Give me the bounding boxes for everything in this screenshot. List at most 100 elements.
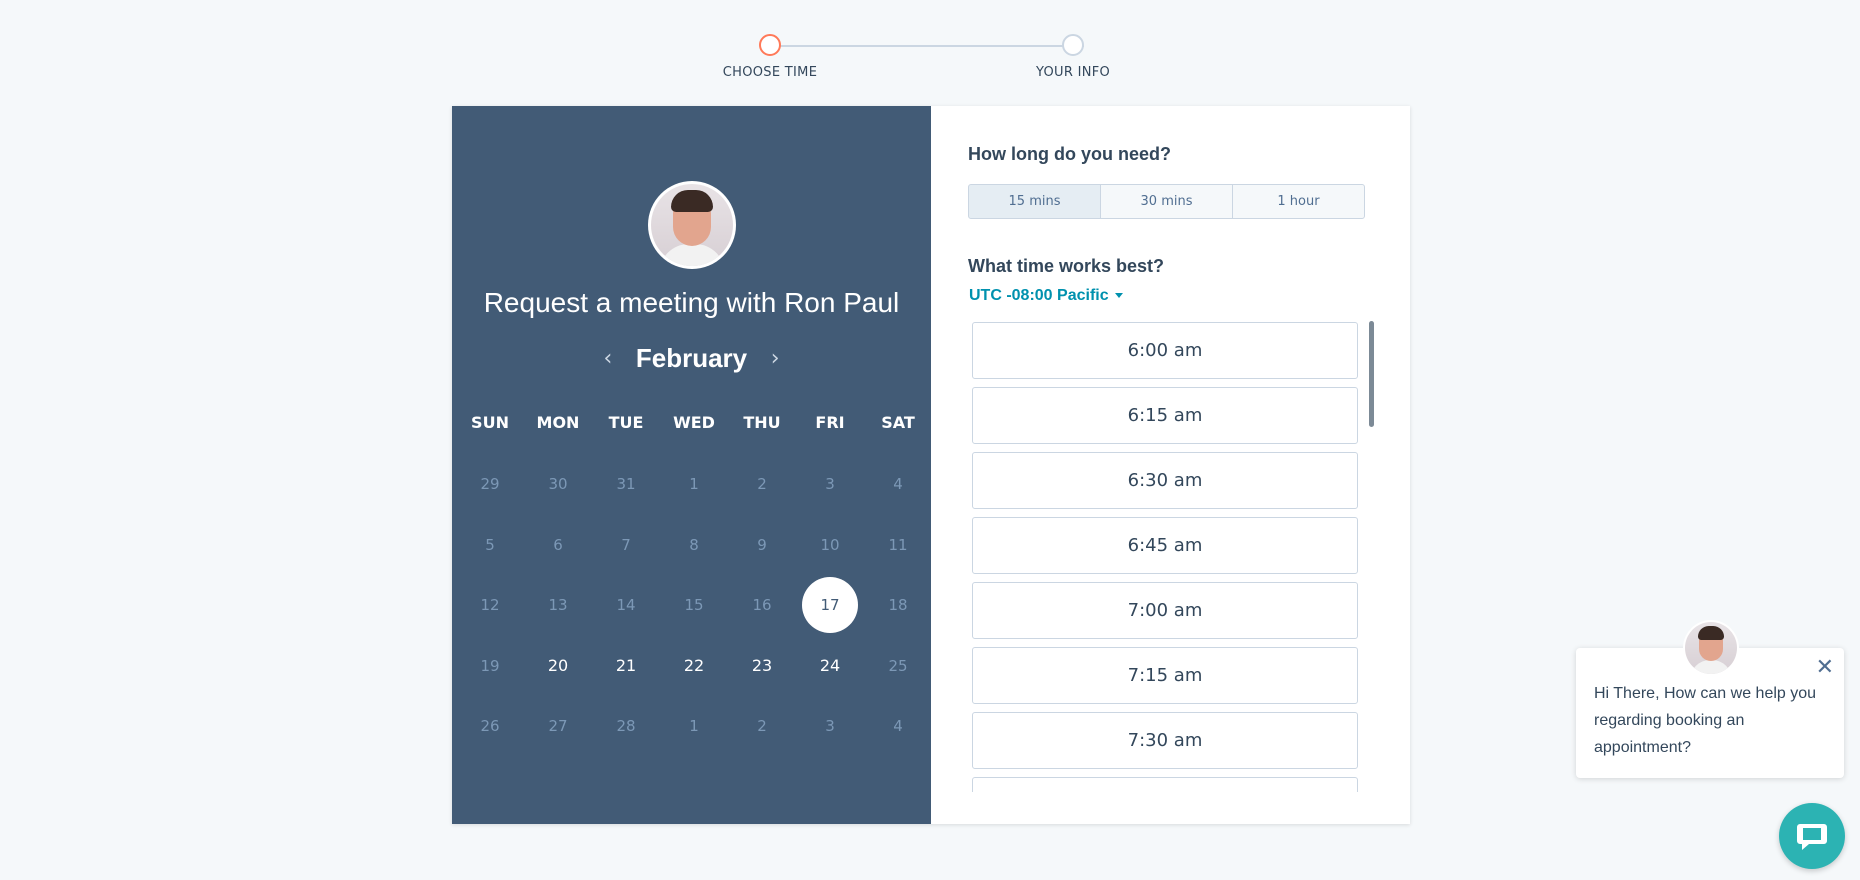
step-your-info: YOUR INFO [1003, 32, 1143, 80]
duration-selector: 15 mins 30 mins 1 hour [968, 184, 1365, 219]
calendar-day-disabled: 14 [592, 575, 660, 636]
calendar-week: 5 6 7 8 9 10 11 [456, 515, 933, 576]
timezone-dropdown[interactable]: UTC -08:00 Pacific [969, 287, 1123, 305]
day-number: 15 [684, 596, 704, 615]
day-number: 14 [616, 596, 636, 615]
calendar-day[interactable]: 22 [660, 636, 728, 697]
day-number: 18 [888, 596, 908, 615]
calendar-day[interactable]: 23 [728, 636, 796, 697]
calendar-day-disabled: 13 [524, 575, 592, 636]
close-icon[interactable]: ✕ [1816, 657, 1834, 679]
day-number: 4 [893, 475, 903, 494]
calendar-day-disabled: 3 [796, 696, 864, 757]
day-number: 9 [757, 535, 767, 554]
weekday-label: THU [743, 413, 781, 432]
calendar-week: 26 27 28 1 2 3 4 [456, 696, 933, 757]
time-slot-button[interactable]: 7:45 am [972, 777, 1358, 792]
chevron-left-icon[interactable]: ‹ [598, 346, 618, 371]
weekday-label: MON [536, 413, 580, 432]
day-number: 26 [480, 717, 500, 736]
chat-bubble-icon [1797, 824, 1827, 850]
day-number: 1 [689, 717, 699, 736]
avatar-photo [1685, 622, 1737, 674]
day-number: 22 [683, 656, 705, 676]
day-number: 25 [888, 656, 908, 675]
calendar-day-disabled: 4 [864, 696, 932, 757]
chat-launcher-button[interactable] [1779, 803, 1845, 869]
calendar-day-disabled: 28 [592, 696, 660, 757]
time-slot-button[interactable]: 7:00 am [972, 582, 1358, 639]
chat-message: Hi There, How can we help you regarding … [1594, 685, 1817, 756]
calendar-day-disabled: 5 [456, 515, 524, 576]
calendar-day-disabled: 12 [456, 575, 524, 636]
step-dot [759, 34, 781, 56]
step-label: YOUR INFO [1035, 65, 1111, 80]
meeting-title: Request a meeting with Ron Paul [483, 287, 900, 318]
calendar-day[interactable]: 24 [796, 636, 864, 697]
calendar-day[interactable]: 20 [524, 636, 592, 697]
time-slot-list: 6:00 am 6:15 am 6:30 am 6:45 am 7:00 am 7:15 … [972, 322, 1358, 792]
day-number: 3 [825, 475, 835, 494]
day-number: 1 [689, 475, 699, 494]
calendar-week: 29 30 31 1 2 3 4 [456, 454, 933, 515]
calendar-day-disabled: 7 [592, 515, 660, 576]
day-number: 3 [825, 717, 835, 736]
calendar-day-disabled: 15 [660, 575, 728, 636]
month-navigation: ‹ February › [452, 338, 931, 378]
weekday-label: SAT [881, 413, 915, 432]
day-number: 28 [616, 717, 636, 736]
time-slot-button[interactable]: 7:30 am [972, 712, 1358, 769]
scrollbar[interactable] [1369, 321, 1374, 427]
calendar-day[interactable]: 21 [592, 636, 660, 697]
duration-option[interactable]: 30 mins [1100, 184, 1233, 219]
day-number: 8 [689, 535, 699, 554]
day-number: 5 [485, 535, 495, 554]
day-number: 11 [888, 535, 908, 554]
calendar-day-disabled: 1 [660, 696, 728, 757]
chevron-right-icon[interactable]: › [765, 346, 785, 371]
calendar-day-disabled: 18 [864, 575, 932, 636]
calendar-day-disabled: 1 [660, 454, 728, 515]
calendar-day-selected[interactable]: 17 [796, 575, 864, 636]
weekday-label: WED [673, 413, 715, 432]
time-slot-button[interactable]: 6:30 am [972, 452, 1358, 509]
time-slot-button[interactable]: 6:15 am [972, 387, 1358, 444]
day-number: 2 [757, 717, 767, 736]
time-slot-button[interactable]: 7:15 am [972, 647, 1358, 704]
day-number: 2 [757, 475, 767, 494]
day-number: 7 [621, 535, 631, 554]
calendar-week: 19 20 21 22 23 24 25 [456, 636, 933, 697]
month-label: February [635, 342, 748, 373]
duration-option[interactable]: 1 hour [1232, 184, 1365, 219]
day-number: 31 [616, 475, 636, 494]
avatar-photo [651, 184, 733, 266]
calendar-day-disabled: 2 [728, 454, 796, 515]
calendar-day-disabled: 27 [524, 696, 592, 757]
duration-option[interactable]: 15 mins [968, 184, 1101, 219]
day-number: 21 [615, 656, 637, 676]
day-number: 30 [548, 475, 568, 494]
day-number: 19 [480, 656, 500, 675]
host-avatar [648, 181, 736, 269]
step-dot [1062, 34, 1084, 56]
timezone-label: UTC -08:00 Pacific [969, 287, 1109, 304]
chat-popup: ✕ Hi There, How can we help you regardin… [1576, 620, 1844, 778]
calendar-day-disabled: 16 [728, 575, 796, 636]
calendar-day-disabled: 19 [456, 636, 524, 697]
time-panel: How long do you need? 15 mins 30 mins 1 ho… [931, 106, 1410, 824]
weekday-header: SUN MON TUE WED THU FRI SAT [456, 406, 933, 440]
calendar-day-disabled: 11 [864, 515, 932, 576]
step-label: CHOOSE TIME [722, 65, 818, 80]
time-slot-button[interactable]: 6:45 am [972, 517, 1358, 574]
calendar-day-disabled: 30 [524, 454, 592, 515]
time-slot-button[interactable]: 6:00 am [972, 322, 1358, 379]
duration-question: How long do you need? [968, 144, 1171, 164]
caret-down-icon [1114, 293, 1123, 299]
calendar-day-disabled: 6 [524, 515, 592, 576]
day-number: 29 [480, 475, 500, 494]
calendar-body: 29 30 31 1 2 3 4 5 6 7 8 9 10 11 12 13 14 15 16 17 18 19 20 21 2… [456, 454, 933, 757]
day-number: 23 [751, 656, 773, 676]
chat-avatar [1683, 620, 1739, 676]
weekday-label: FRI [815, 413, 845, 432]
calendar-day-disabled: 2 [728, 696, 796, 757]
